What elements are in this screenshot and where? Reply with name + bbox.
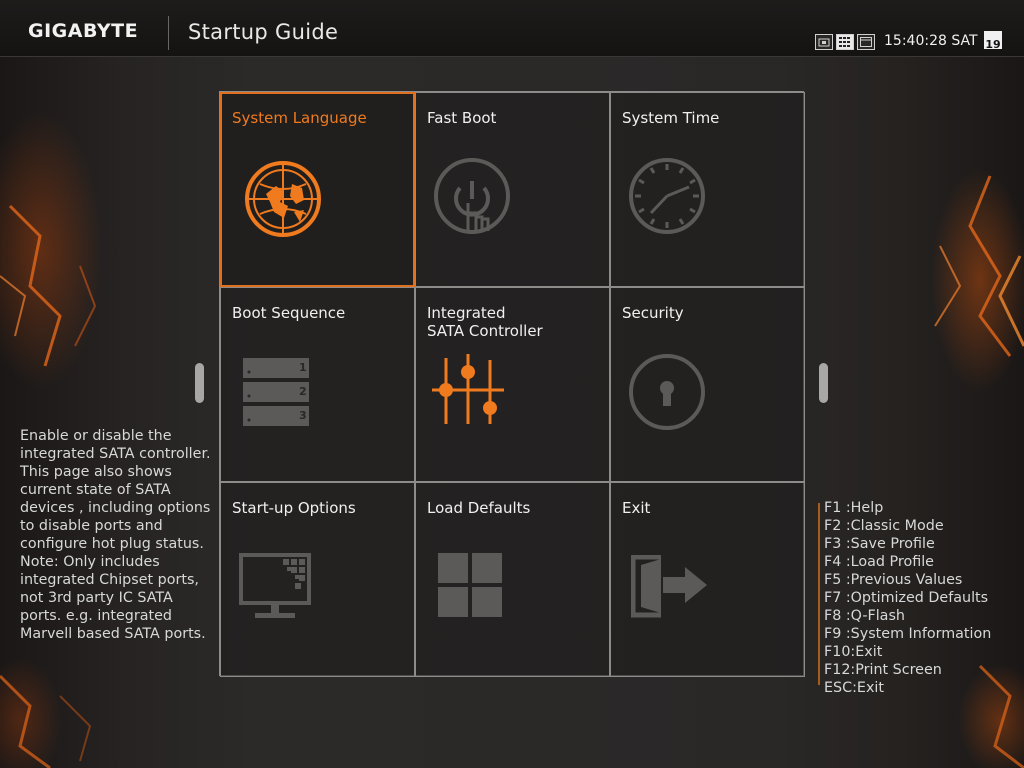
screenshot-icon[interactable] [815, 34, 833, 50]
hotkey-load-profile[interactable]: F4 :Load Profile [824, 553, 991, 571]
tile-label: System Language [232, 109, 367, 127]
hotkey-exit-f10[interactable]: F10:Exit [824, 643, 991, 661]
boot-order-label: 1 [299, 361, 307, 374]
top-bar: GIGABYTE Startup Guide 15:40:28 SAT 19 [0, 0, 1024, 57]
lock-icon [629, 354, 705, 430]
tile-exit[interactable]: Exit [610, 482, 805, 677]
tile-label: Start-up Options [232, 499, 356, 517]
tile-label: Fast Boot [427, 109, 497, 127]
monitor-icon [239, 553, 311, 618]
tile-startup-options[interactable]: Start-up Options [220, 482, 415, 677]
boot-order-icon [243, 358, 309, 426]
scroll-left-handle[interactable] [195, 363, 204, 403]
page-title: Startup Guide [188, 20, 339, 44]
description-paragraph: Note: Only includes integrated Chipset p… [20, 554, 206, 642]
grid-view-icon[interactable] [836, 34, 854, 50]
boot-order-label: 2 [299, 385, 307, 398]
hotkey-print-screen[interactable]: F12:Print Screen [824, 661, 991, 679]
hotkey-classic-mode[interactable]: F2 :Classic Mode [824, 517, 991, 535]
hotkey-previous-values[interactable]: F5 :Previous Values [824, 571, 991, 589]
tile-integrated-sata-controller[interactable]: Integrated SATA Controller [415, 287, 610, 482]
tile-label: Exit [622, 499, 651, 517]
tile-label: System Time [622, 109, 720, 127]
globe-icon [245, 161, 321, 237]
tile-boot-sequence[interactable]: Boot Sequence 1 2 3 [220, 287, 415, 482]
tile-security[interactable]: Security [610, 287, 805, 482]
hotkey-legend: F1 :Help F2 :Classic Mode F3 :Save Profi… [818, 499, 991, 697]
hotkey-optimized-defaults[interactable]: F7 :Optimized Defaults [824, 589, 991, 607]
defaults-grid-icon [438, 553, 502, 617]
brand-logo: GIGABYTE [28, 20, 139, 42]
header-divider [168, 16, 169, 50]
exit-icon [631, 555, 707, 618]
startup-guide-menu: System Language Fast Boot System Time Bo… [219, 91, 805, 677]
boot-order-label: 3 [299, 409, 307, 422]
description-paragraph: Enable or disable the integrated SATA co… [20, 428, 211, 462]
hotkey-q-flash[interactable]: F8 :Q-Flash [824, 607, 991, 625]
scroll-right-handle[interactable] [819, 363, 828, 403]
hotkey-help[interactable]: F1 :Help [824, 499, 991, 517]
clock-icon [629, 158, 705, 234]
hotkey-save-profile[interactable]: F3 :Save Profile [824, 535, 991, 553]
power-touch-icon [434, 158, 510, 234]
tile-label: Integrated SATA Controller [427, 304, 543, 340]
hotkey-divider [818, 503, 820, 685]
tile-fast-boot[interactable]: Fast Boot [415, 92, 610, 287]
lava-background-left [0, 204, 97, 768]
hotkey-system-information[interactable]: F9 :System Information [824, 625, 991, 643]
tile-label: Load Defaults [427, 499, 531, 517]
tile-system-time[interactable]: System Time [610, 92, 805, 287]
hotkey-exit-esc[interactable]: ESC:Exit [824, 679, 991, 697]
tile-load-defaults[interactable]: Load Defaults [415, 482, 610, 677]
tile-system-language[interactable]: System Language [220, 92, 415, 287]
description-paragraph: This page also shows current state of SA… [20, 464, 211, 552]
sliders-icon [432, 354, 504, 424]
tile-label: Boot Sequence [232, 304, 346, 322]
window-view-icon[interactable] [857, 34, 875, 50]
tile-label: Security [622, 304, 684, 322]
clock-display: 15:40:28 SAT [884, 33, 978, 49]
calendar-icon: 19 [984, 31, 1002, 51]
help-description: Enable or disable the integrated SATA co… [20, 427, 216, 643]
